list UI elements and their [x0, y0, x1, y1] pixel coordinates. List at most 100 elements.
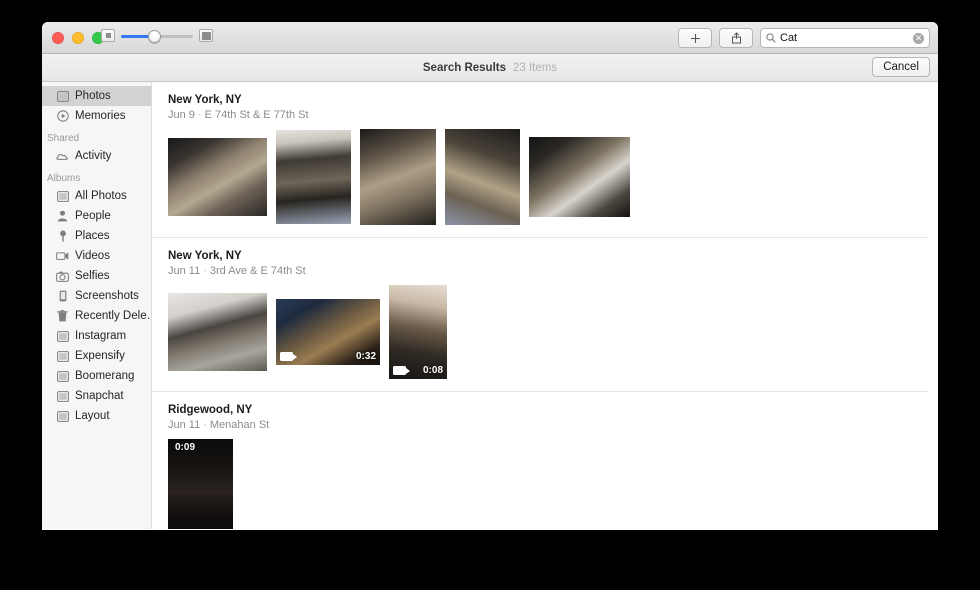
photo-thumbnail[interactable] [168, 293, 267, 371]
photo-thumbnail[interactable] [360, 129, 436, 225]
sidebar-item-label: Layout [75, 410, 110, 422]
sidebar[interactable]: Photos Memories Shared Activity Albums All Ph… [42, 82, 152, 529]
sidebar-item-all-photos[interactable]: All Photos [42, 186, 151, 206]
share-button[interactable] [719, 28, 753, 48]
small-thumbnail-icon[interactable] [101, 29, 115, 42]
sidebar-item-label: Recently Dele… [75, 310, 151, 322]
photo-thumbnail[interactable] [168, 138, 267, 216]
group-date: Jun 9 [168, 109, 195, 121]
search-icon [766, 33, 776, 43]
add-button[interactable] [678, 28, 712, 48]
video-badge: 0:32 [280, 351, 376, 362]
search-results-title: Search Results [422, 61, 506, 74]
photo-thumbnail[interactable] [276, 130, 351, 224]
window-body: Photos Memories Shared Activity Albums All Ph… [42, 82, 938, 529]
sidebar-item-recently-dele[interactable]: Recently Dele… [42, 306, 151, 326]
group-header: Ridgewood, NY Jun 11 · Menahan St [168, 392, 938, 439]
video-thumbnail[interactable]: 0:32 [276, 299, 380, 365]
album-icon [56, 410, 69, 423]
photo-tile-row: 0:09 [168, 439, 938, 529]
video-badge: 0:09 [172, 442, 195, 453]
minimize-window-button[interactable] [72, 32, 84, 44]
cloud-icon [56, 150, 69, 163]
plus-icon [690, 33, 700, 43]
memories-icon [56, 110, 69, 123]
close-window-button[interactable] [52, 32, 64, 44]
video-duration: 0:09 [175, 442, 196, 453]
photo-tile-holder [529, 129, 630, 225]
sidebar-item-label: Instagram [75, 330, 127, 342]
pin-icon [56, 230, 69, 243]
sidebar-item-memories[interactable]: Memories [42, 106, 151, 126]
sidebar-item-selfies[interactable]: Selfies [42, 266, 151, 286]
separator-dot: · [197, 109, 202, 121]
sidebar-item-label: Screenshots [75, 290, 139, 302]
thumbnail-size-slider[interactable] [121, 29, 193, 43]
sidebar-item-boomerang[interactable]: Boomerang [42, 366, 151, 386]
group-title: Ridgewood, NY [168, 404, 253, 416]
album-icon [56, 330, 69, 343]
album-icon [56, 190, 69, 203]
sidebar-item-label: Videos [75, 250, 110, 262]
sidebar-item-people[interactable]: People [42, 206, 151, 226]
sidebar-item-layout[interactable]: Layout [42, 406, 151, 426]
camera-icon [56, 270, 69, 283]
sidebar-item-label: Activity [75, 150, 112, 162]
sidebar-item-instagram[interactable]: Instagram [42, 326, 151, 346]
sidebar-item-activity[interactable]: Activity [42, 146, 151, 166]
group-subtitle: Jun 11 · Menahan St [168, 419, 938, 431]
separator-dot: · [203, 419, 207, 431]
photo-group: Ridgewood, NY Jun 11 · Menahan St 0:09 [152, 392, 938, 529]
sidebar-item-screenshots[interactable]: Screenshots [42, 286, 151, 306]
search-results-bar: Search Results 23 Items Cancel [42, 54, 938, 82]
share-icon [731, 32, 741, 44]
sidebar-item-label: Boomerang [75, 370, 135, 382]
video-duration: 0:08 [422, 365, 443, 376]
sidebar-item-photos[interactable]: Photos [42, 86, 151, 106]
sidebar-section-header: Shared [47, 133, 80, 144]
group-date: Jun 11 [168, 419, 201, 431]
person-icon [56, 210, 69, 223]
photo-tile-holder: 0:08 [389, 285, 447, 379]
sidebar-item-places[interactable]: Places [42, 226, 151, 246]
video-camera-icon [280, 352, 297, 361]
group-subtitle: Jun 9 · E 74th St & E 77th St [168, 109, 938, 121]
group-header: New York, NY Jun 9 · E 74th St & E 77th St [168, 82, 938, 129]
album-icon [56, 390, 69, 403]
photo-grid-content[interactable]: New York, NY Jun 9 · E 74th St & E 77th St N… [152, 82, 938, 529]
video-thumbnail[interactable]: 0:09 [168, 439, 233, 529]
group-header: New York, NY Jun 11 · 3rd Ave & E 74th St [168, 238, 938, 285]
separator-dot: · [203, 265, 207, 277]
search-input-value: Cat [780, 32, 798, 44]
cancel-button[interactable]: Cancel [872, 57, 930, 77]
clear-search-button[interactable]: ✕ [913, 32, 924, 44]
sidebar-item-label: Memories [75, 110, 126, 122]
group-place: 3rd Ave & E 74th St [209, 265, 306, 277]
photo-tile-row: 0:32 0:08 [168, 285, 938, 379]
photo-tile-holder [168, 285, 267, 379]
video-icon [56, 250, 69, 263]
traffic-light-controls [52, 32, 104, 44]
sidebar-item-snapchat[interactable]: Snapchat [42, 386, 151, 406]
sidebar-item-label: Snapchat [75, 390, 124, 402]
photo-tile-holder [168, 129, 267, 225]
video-thumbnail[interactable]: 0:08 [389, 285, 447, 379]
sidebar-item-label: People [75, 210, 111, 222]
photo-tile-holder [445, 129, 520, 225]
search-input[interactable]: Cat ✕ [760, 28, 930, 48]
group-date: Jun 11 [168, 265, 201, 277]
large-thumbnail-icon[interactable] [199, 29, 213, 42]
photo-thumbnail[interactable] [445, 129, 520, 225]
photo-thumbnail[interactable] [529, 137, 630, 217]
album-icon [56, 370, 69, 383]
slider-knob[interactable] [148, 29, 161, 43]
group-place: E 74th St & E 77th St [204, 109, 309, 121]
screenshot-icon [56, 290, 69, 303]
sidebar-item-label: All Photos [75, 190, 127, 202]
sidebar-item-expensify[interactable]: Expensify [42, 346, 151, 366]
search-results-count: 23 Items [513, 61, 558, 74]
sidebar-item-videos[interactable]: Videos [42, 246, 151, 266]
trash-icon [56, 310, 69, 323]
